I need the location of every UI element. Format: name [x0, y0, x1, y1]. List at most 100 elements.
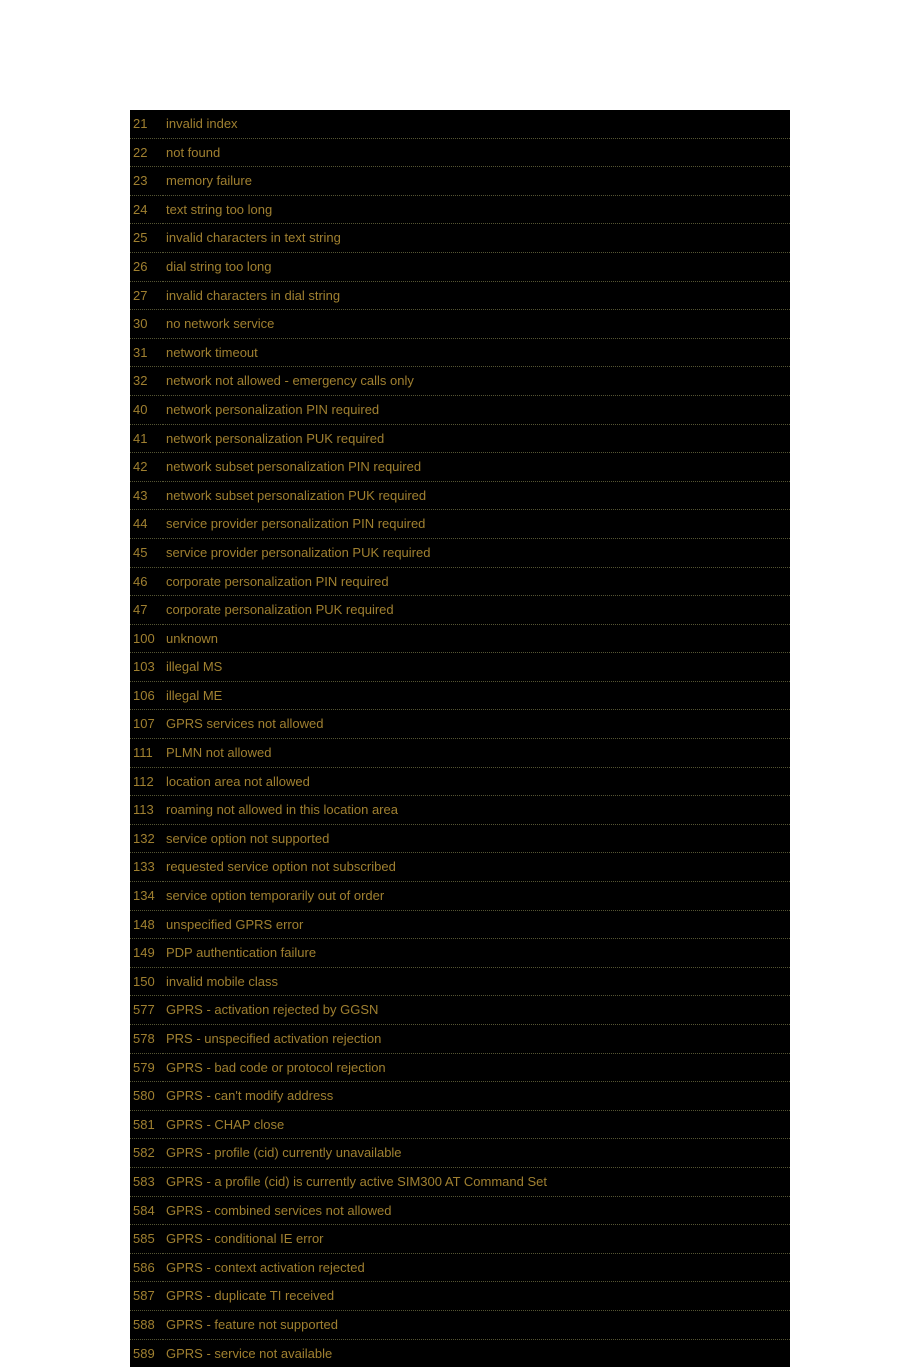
- error-code: 589: [130, 1339, 163, 1367]
- error-description: GPRS - profile (cid) currently unavailab…: [163, 1139, 790, 1168]
- error-code: 23: [130, 167, 163, 196]
- table-row: 22not found: [130, 138, 790, 167]
- error-code: 134: [130, 882, 163, 911]
- error-description: network subset personalization PIN requi…: [163, 453, 790, 482]
- table-row: 581 GPRS - CHAP close: [130, 1110, 790, 1139]
- table-row: 31network timeout: [130, 338, 790, 367]
- error-description: requested service option not subscribed: [163, 853, 790, 882]
- error-code: 106: [130, 681, 163, 710]
- error-code: 588: [130, 1310, 163, 1339]
- error-description: network subset personalization PUK requi…: [163, 481, 790, 510]
- table-row: 134 service option temporarily out of or…: [130, 882, 790, 911]
- error-description: network personalization PIN required: [163, 395, 790, 424]
- error-description: illegal ME: [163, 681, 790, 710]
- error-code: 149: [130, 939, 163, 968]
- error-code: 580: [130, 1082, 163, 1111]
- error-description: GPRS - service not available: [163, 1339, 790, 1367]
- error-description: GPRS - activation rejected by GGSN: [163, 996, 790, 1025]
- error-description: not found: [163, 138, 790, 167]
- error-description: memory failure: [163, 167, 790, 196]
- error-description: GPRS - duplicate TI received: [163, 1282, 790, 1311]
- error-description: GPRS - conditional IE error: [163, 1225, 790, 1254]
- error-code: 103: [130, 653, 163, 682]
- error-code: 577: [130, 996, 163, 1025]
- table-row: 21invalid index: [130, 110, 790, 138]
- error-code: 581: [130, 1110, 163, 1139]
- error-code: 112: [130, 767, 163, 796]
- error-code: 100: [130, 624, 163, 653]
- error-description: PDP authentication failure: [163, 939, 790, 968]
- error-description: invalid characters in text string: [163, 224, 790, 253]
- table-row: 588 GPRS - feature not supported: [130, 1310, 790, 1339]
- error-code: 111: [130, 739, 163, 768]
- error-code: 583: [130, 1167, 163, 1196]
- table-row: 44 service provider personalization PIN …: [130, 510, 790, 539]
- error-code: 584: [130, 1196, 163, 1225]
- table-row: 578 PRS - unspecified activation rejecti…: [130, 1025, 790, 1054]
- table-row: 24 text string too long: [130, 195, 790, 224]
- error-description: text string too long: [163, 195, 790, 224]
- error-code: 27: [130, 281, 163, 310]
- table-row: 148 unspecified GPRS error: [130, 910, 790, 939]
- error-description: network not allowed - emergency calls on…: [163, 367, 790, 396]
- table-row: 112 location area not allowed: [130, 767, 790, 796]
- table-row: 107 GPRS services not allowed: [130, 710, 790, 739]
- table-row: 111 PLMN not allowed: [130, 739, 790, 768]
- table-row: 584 GPRS - combined services not allowed: [130, 1196, 790, 1225]
- error-code: 31: [130, 338, 163, 367]
- error-description: PRS - unspecified activation rejection: [163, 1025, 790, 1054]
- error-description: corporate personalization PUK required: [163, 596, 790, 625]
- error-code: 579: [130, 1053, 163, 1082]
- error-code: 42: [130, 453, 163, 482]
- error-description: location area not allowed: [163, 767, 790, 796]
- error-code: 25: [130, 224, 163, 253]
- error-code: 107: [130, 710, 163, 739]
- table-row: 103illegal MS: [130, 653, 790, 682]
- error-code: 30: [130, 310, 163, 339]
- error-description: GPRS - feature not supported: [163, 1310, 790, 1339]
- error-description: illegal MS: [163, 653, 790, 682]
- table-row: 132 service option not supported: [130, 824, 790, 853]
- table-row: 32 network not allowed - emergency calls…: [130, 367, 790, 396]
- error-code: 132: [130, 824, 163, 853]
- table-row: 133 requested service option not subscri…: [130, 853, 790, 882]
- table-row: 577 GPRS - activation rejected by GGSN: [130, 996, 790, 1025]
- table-row: 43 network subset personalization PUK re…: [130, 481, 790, 510]
- error-description: roaming not allowed in this location are…: [163, 796, 790, 825]
- table-row: 30no network service: [130, 310, 790, 339]
- table-row: 149 PDP authentication failure: [130, 939, 790, 968]
- table-row: 23memory failure: [130, 167, 790, 196]
- error-description: network timeout: [163, 338, 790, 367]
- table-row: 106illegal ME: [130, 681, 790, 710]
- error-description: no network service: [163, 310, 790, 339]
- table-row: 26 dial string too long: [130, 252, 790, 281]
- error-code: 150: [130, 967, 163, 996]
- error-description: invalid mobile class: [163, 967, 790, 996]
- error-code: 45: [130, 538, 163, 567]
- error-description: invalid index: [163, 110, 790, 138]
- error-description: corporate personalization PIN required: [163, 567, 790, 596]
- error-description: service provider personalization PIN req…: [163, 510, 790, 539]
- error-description: PLMN not allowed: [163, 739, 790, 768]
- table-row: 579 GPRS - bad code or protocol rejectio…: [130, 1053, 790, 1082]
- error-code: 32: [130, 367, 163, 396]
- error-description: GPRS services not allowed: [163, 710, 790, 739]
- error-code: 22: [130, 138, 163, 167]
- error-description: service option not supported: [163, 824, 790, 853]
- page: 21invalid index22not found23memory failu…: [0, 0, 920, 1367]
- error-code: 40: [130, 395, 163, 424]
- error-description: network personalization PUK required: [163, 424, 790, 453]
- table-row: 585 GPRS - conditional IE error: [130, 1225, 790, 1254]
- table-row: 100unknown: [130, 624, 790, 653]
- error-description: GPRS - CHAP close: [163, 1110, 790, 1139]
- table-row: 27 invalid characters in dial string: [130, 281, 790, 310]
- error-code: 41: [130, 424, 163, 453]
- error-description: unknown: [163, 624, 790, 653]
- error-code: 586: [130, 1253, 163, 1282]
- table-row: 45 service provider personalization PUK …: [130, 538, 790, 567]
- table-row: 587 GPRS - duplicate TI received: [130, 1282, 790, 1311]
- error-code: 113: [130, 796, 163, 825]
- error-description: invalid characters in dial string: [163, 281, 790, 310]
- error-code: 585: [130, 1225, 163, 1254]
- table-row: 582 GPRS - profile (cid) currently unava…: [130, 1139, 790, 1168]
